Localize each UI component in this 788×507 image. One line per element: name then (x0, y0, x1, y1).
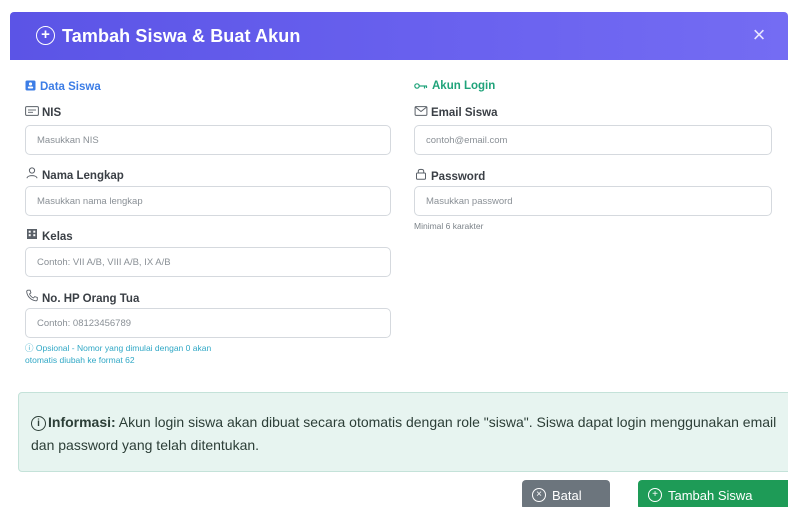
info-alert: i Informasi: Akun login siswa akan dibuat… (18, 392, 788, 472)
info-alert-title: Informasi: (48, 414, 116, 430)
person-icon (26, 167, 38, 179)
kelas-input[interactable] (25, 247, 391, 277)
hp-label-text: No. HP Orang Tua (42, 293, 140, 305)
x-circle-icon: × (532, 488, 546, 502)
nis-label-text: NIS (42, 107, 62, 119)
password-input[interactable] (414, 186, 772, 216)
add-student-button[interactable]: + Tambah Siswa (638, 480, 788, 507)
phone-icon (26, 289, 38, 302)
password-help-text: Minimal 6 karakter (414, 221, 484, 231)
close-icon[interactable]: × (746, 22, 772, 48)
info-circle-icon: ⓘ (25, 343, 36, 353)
section-data-siswa-label: Data Siswa (40, 81, 101, 93)
password-label-text: Password (431, 171, 486, 183)
hp-input[interactable] (25, 308, 391, 338)
email-label: Email Siswa (414, 106, 497, 119)
nama-label: Nama Lengkap (25, 167, 124, 182)
info-circle-icon: i (31, 416, 46, 431)
add-student-modal: + Tambah Siswa & Buat Akun × Data Siswa … (10, 0, 788, 507)
kelas-label-text: Kelas (42, 231, 73, 243)
card-icon (25, 106, 39, 116)
modal-title: Tambah Siswa & Buat Akun (62, 26, 301, 46)
info-alert-text: Akun login siswa akan dibuat secara otom… (31, 414, 777, 453)
modal-header: + Tambah Siswa & Buat Akun × (10, 12, 788, 60)
password-label: Password (414, 167, 485, 183)
email-label-text: Email Siswa (431, 107, 498, 119)
email-input[interactable] (414, 125, 772, 155)
plus-circle-icon: + (36, 26, 55, 45)
section-data-siswa: Data Siswa (25, 80, 101, 93)
section-akun-login-label: Akun Login (432, 80, 496, 92)
section-akun-login: Akun Login (414, 80, 495, 92)
envelope-icon (414, 106, 428, 116)
kelas-label: Kelas (25, 228, 73, 243)
key-icon (414, 83, 428, 89)
id-card-icon (25, 80, 36, 91)
nama-input[interactable] (25, 186, 391, 216)
nis-input[interactable] (25, 125, 391, 155)
nis-label: NIS (25, 106, 61, 119)
nama-label-text: Nama Lengkap (42, 170, 124, 182)
add-student-button-label: Tambah Siswa (668, 487, 753, 503)
building-icon (27, 229, 37, 239)
hp-label: No. HP Orang Tua (25, 289, 139, 305)
lock-icon (416, 168, 426, 180)
cancel-button[interactable]: × Batal (522, 480, 610, 507)
plus-circle-icon: + (648, 488, 662, 502)
cancel-button-label: Batal (552, 487, 582, 503)
hp-help-text: ⓘ Opsional - Nomor yang dimulai dengan 0… (25, 343, 212, 365)
